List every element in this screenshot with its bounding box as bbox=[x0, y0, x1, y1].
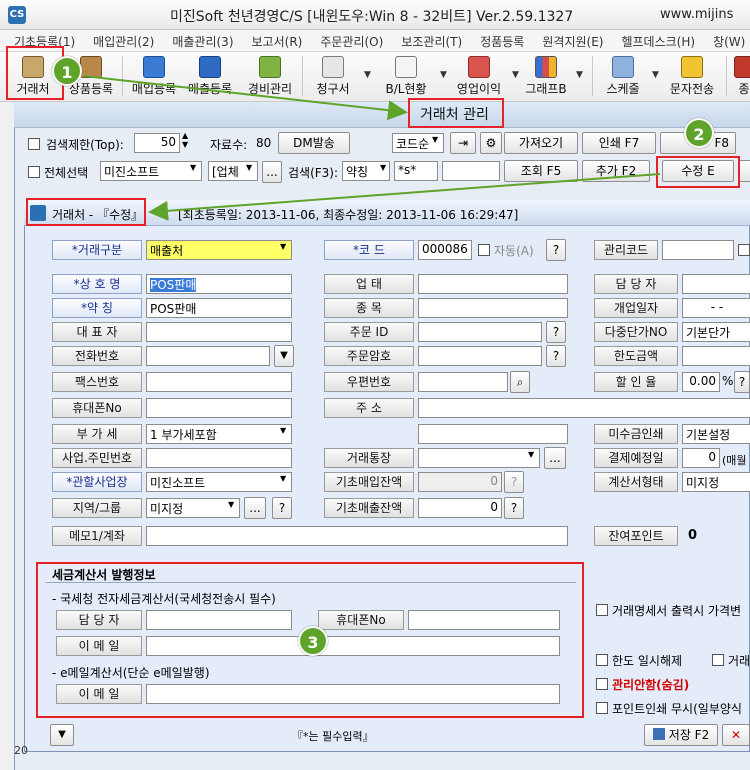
step-badge-3: 3 bbox=[298, 626, 328, 656]
step-badge-2: 2 bbox=[684, 118, 714, 148]
step-badge-1: 1 bbox=[52, 56, 82, 86]
arrow-2 bbox=[148, 173, 661, 221]
annotation-arrows bbox=[83, 75, 661, 221]
arrow-1 bbox=[83, 75, 408, 121]
